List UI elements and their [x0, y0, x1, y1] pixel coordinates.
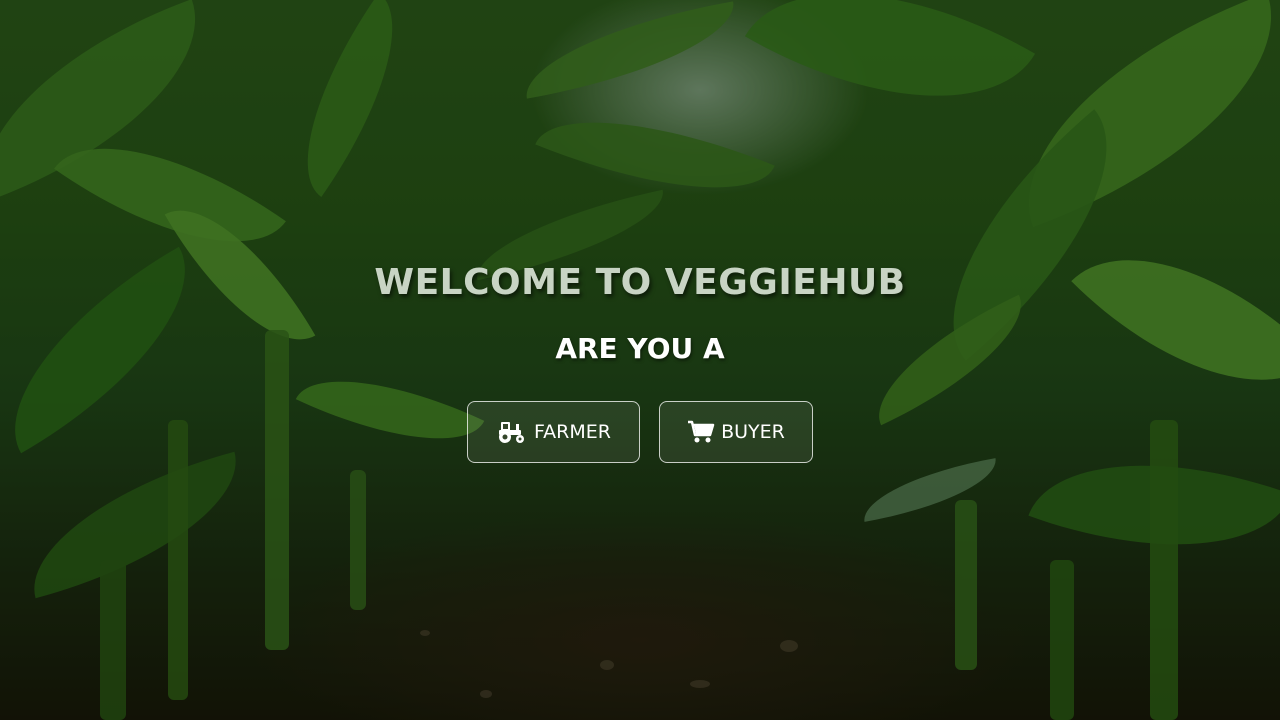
tractor-icon — [496, 420, 528, 444]
hero-background: WELCOME TO VEGGIEHUB ARE YOU A FARMER BU… — [0, 0, 1280, 720]
welcome-panel: WELCOME TO VEGGIEHUB ARE YOU A FARMER BU… — [0, 0, 1280, 720]
page-title: WELCOME TO VEGGIEHUB — [374, 262, 906, 303]
buyer-button[interactable]: BUYER — [659, 401, 813, 463]
buyer-button-label: BUYER — [721, 421, 785, 443]
farmer-button-label: FARMER — [534, 421, 611, 443]
shopping-cart-icon — [687, 420, 715, 444]
role-question: ARE YOU A — [555, 332, 725, 365]
farmer-button[interactable]: FARMER — [467, 401, 640, 463]
